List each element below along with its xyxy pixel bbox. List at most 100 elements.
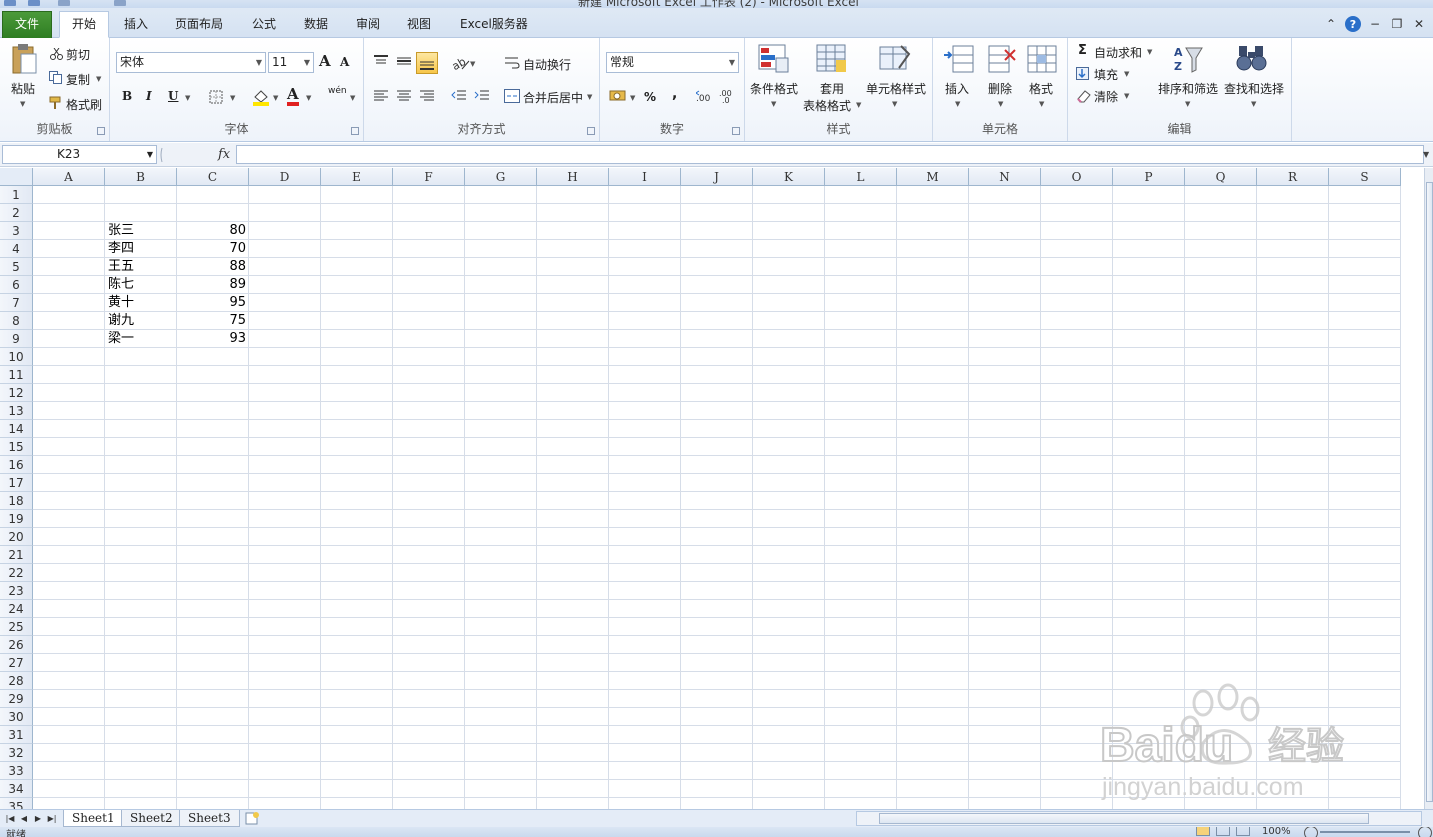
column-header-f[interactable]: F	[393, 168, 465, 186]
cell-b3[interactable]: 张三	[105, 222, 177, 240]
sheet-tab-sheet2[interactable]: Sheet2	[121, 810, 182, 827]
horizontal-scroll-thumb[interactable]	[879, 813, 1369, 824]
zoom-slider[interactable]	[1320, 831, 1410, 833]
row-header-33[interactable]: 33	[0, 762, 33, 780]
comma-button[interactable]: ,	[672, 86, 677, 102]
row-header-23[interactable]: 23	[0, 582, 33, 600]
number-launcher-icon[interactable]	[732, 127, 740, 135]
format-painter-button[interactable]: 格式刷	[66, 96, 102, 113]
font-size-select[interactable]: 11 ▼	[268, 52, 314, 73]
cell-styles-dropdown-icon[interactable]: ▼	[892, 100, 897, 108]
cell-styles-button[interactable]: 单元格样式	[866, 80, 926, 97]
name-box[interactable]: K23 ▼	[2, 145, 157, 164]
horizontal-scrollbar[interactable]	[856, 811, 1422, 826]
page-layout-view-icon[interactable]	[1216, 827, 1230, 836]
number-format-select[interactable]: 常规 ▼	[606, 52, 739, 73]
column-header-m[interactable]: M	[897, 168, 969, 186]
cell-c4[interactable]: 70	[177, 240, 249, 258]
column-header-r[interactable]: R	[1257, 168, 1329, 186]
column-header-l[interactable]: L	[825, 168, 897, 186]
column-header-i[interactable]: I	[609, 168, 681, 186]
column-header-p[interactable]: P	[1113, 168, 1185, 186]
restore-icon[interactable]: ❐	[1389, 16, 1405, 32]
undo-icon[interactable]	[58, 0, 70, 6]
cell-b6[interactable]: 陈七	[105, 276, 177, 294]
cell-b8[interactable]: 谢九	[105, 312, 177, 330]
tab-review[interactable]: 审阅	[344, 12, 392, 38]
row-header-9[interactable]: 9	[0, 330, 33, 348]
row-header-1[interactable]: 1	[0, 186, 33, 204]
align-left-icon[interactable]	[373, 90, 389, 102]
first-sheet-icon[interactable]: |◀	[4, 812, 16, 825]
decrease-indent-icon[interactable]	[451, 90, 467, 102]
redo-icon[interactable]	[114, 0, 126, 6]
next-sheet-icon[interactable]: ▶	[32, 812, 44, 825]
column-header-h[interactable]: H	[537, 168, 609, 186]
orientation-dropdown-icon[interactable]: ▼	[470, 60, 475, 68]
cell-c8[interactable]: 75	[177, 312, 249, 330]
fill-dropdown-icon[interactable]: ▼	[1124, 70, 1129, 78]
cell-b5[interactable]: 王五	[105, 258, 177, 276]
alignment-launcher-icon[interactable]	[587, 127, 595, 135]
cell-c3[interactable]: 80	[177, 222, 249, 240]
fill-button[interactable]: 填充	[1094, 66, 1118, 83]
row-header-16[interactable]: 16	[0, 456, 33, 474]
paste-dropdown-icon[interactable]: ▼	[20, 100, 25, 108]
border-dropdown-icon[interactable]: ▼	[230, 94, 235, 102]
normal-view-icon[interactable]	[1196, 827, 1210, 836]
zoom-in-icon[interactable]	[1418, 827, 1432, 837]
shrink-font-button[interactable]: A	[340, 55, 349, 69]
grow-font-button[interactable]: A	[319, 52, 331, 70]
delete-dropdown-icon[interactable]: ▼	[998, 100, 1003, 108]
border-icon[interactable]	[209, 90, 223, 104]
format-as-table-line1[interactable]: 套用	[820, 80, 844, 97]
sort-dropdown-icon[interactable]: ▼	[1185, 100, 1190, 108]
help-icon[interactable]: ?	[1345, 16, 1361, 32]
row-header-35[interactable]: 35	[0, 798, 33, 809]
merge-dropdown-icon[interactable]: ▼	[587, 93, 592, 101]
formula-input[interactable]	[236, 145, 1424, 164]
tab-view[interactable]: 视图	[395, 12, 443, 38]
sort-filter-button[interactable]: 排序和筛选	[1158, 80, 1218, 97]
align-bottom-button[interactable]	[416, 52, 438, 74]
tab-insert[interactable]: 插入	[112, 12, 160, 38]
cut-button[interactable]: 剪切	[66, 46, 90, 63]
tab-page-layout[interactable]: 页面布局	[163, 12, 235, 38]
delete-cells-button[interactable]: 删除	[988, 80, 1012, 97]
conditional-dropdown-icon[interactable]: ▼	[771, 100, 776, 108]
row-header-24[interactable]: 24	[0, 600, 33, 618]
clipboard-launcher-icon[interactable]	[97, 127, 105, 135]
phonetic-button[interactable]: wén	[328, 86, 347, 96]
italic-button[interactable]: I	[146, 89, 152, 103]
column-header-b[interactable]: B	[105, 168, 177, 186]
row-header-4[interactable]: 4	[0, 240, 33, 258]
column-header-c[interactable]: C	[177, 168, 249, 186]
select-all-corner[interactable]	[0, 168, 33, 186]
fill-color-dropdown-icon[interactable]: ▼	[273, 94, 278, 102]
sheet-tab-sheet1[interactable]: Sheet1	[63, 810, 124, 827]
copy-button[interactable]: 复制	[66, 71, 90, 88]
autosum-dropdown-icon[interactable]: ▼	[1147, 48, 1152, 56]
expand-formula-bar-icon[interactable]: ▼	[1423, 145, 1433, 164]
row-header-8[interactable]: 8	[0, 312, 33, 330]
save-icon[interactable]	[28, 0, 40, 6]
fill-color-icon[interactable]	[252, 88, 270, 106]
row-header-21[interactable]: 21	[0, 546, 33, 564]
insert-dropdown-icon[interactable]: ▼	[955, 100, 960, 108]
insert-sheet-icon[interactable]	[243, 811, 263, 826]
format-table-dropdown-icon[interactable]: ▼	[856, 101, 861, 109]
row-header-5[interactable]: 5	[0, 258, 33, 276]
row-header-22[interactable]: 22	[0, 564, 33, 582]
page-break-view-icon[interactable]	[1236, 827, 1250, 836]
cell-c7[interactable]: 95	[177, 294, 249, 312]
increase-decimal-icon[interactable]: .00	[696, 89, 716, 103]
row-header-11[interactable]: 11	[0, 366, 33, 384]
row-header-29[interactable]: 29	[0, 690, 33, 708]
row-header-15[interactable]: 15	[0, 438, 33, 456]
row-header-14[interactable]: 14	[0, 420, 33, 438]
row-header-26[interactable]: 26	[0, 636, 33, 654]
autosum-button[interactable]: 自动求和	[1094, 44, 1142, 61]
row-header-34[interactable]: 34	[0, 780, 33, 798]
underline-dropdown-icon[interactable]: ▼	[185, 94, 190, 102]
row-header-13[interactable]: 13	[0, 402, 33, 420]
